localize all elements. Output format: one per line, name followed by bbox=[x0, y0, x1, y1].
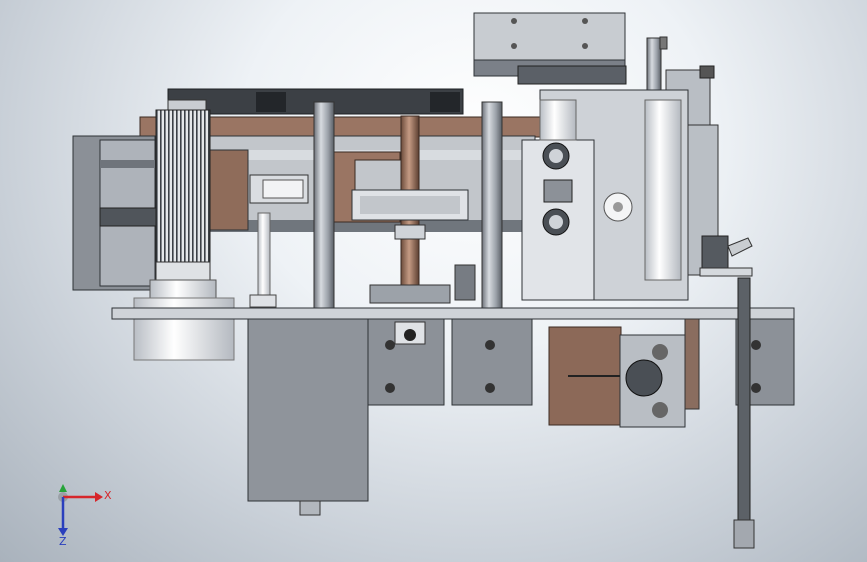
y-axis-arrowhead bbox=[59, 484, 67, 492]
z-axis-label: Z bbox=[59, 535, 67, 548]
left-motor-unit[interactable] bbox=[72, 135, 161, 291]
machine-model[interactable]: X Z bbox=[0, 0, 867, 562]
vertical-post-left[interactable] bbox=[313, 101, 335, 323]
right-side-bracket[interactable] bbox=[687, 124, 753, 277]
base-plate[interactable] bbox=[111, 307, 795, 320]
orientation-triad: X Z bbox=[58, 484, 112, 548]
x-axis-label: X bbox=[104, 489, 112, 502]
x-axis-arrowhead bbox=[95, 492, 103, 502]
lower-mount-right[interactable] bbox=[451, 318, 533, 406]
vertical-post-right[interactable] bbox=[481, 101, 503, 323]
gripper-assembly[interactable] bbox=[548, 318, 700, 428]
lower-mount-left[interactable] bbox=[367, 318, 445, 406]
cad-viewport[interactable]: X Z bbox=[0, 0, 867, 562]
gear-housing[interactable] bbox=[521, 89, 689, 301]
lower-motor-block[interactable] bbox=[247, 318, 369, 516]
top-housing-block[interactable] bbox=[473, 12, 627, 85]
